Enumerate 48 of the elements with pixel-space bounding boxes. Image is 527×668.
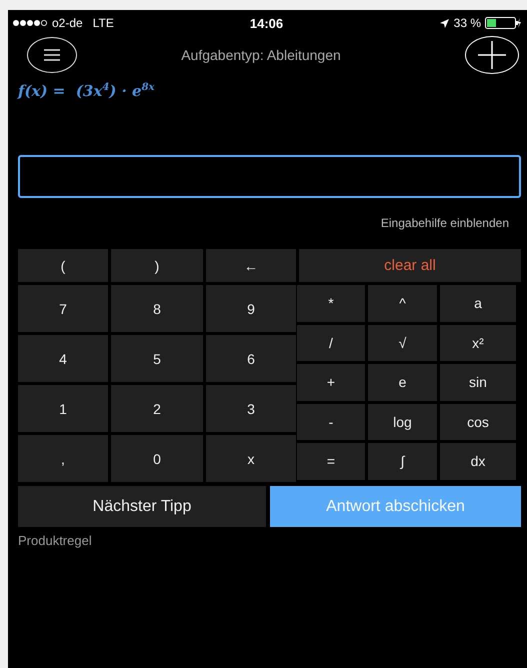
keypad-key[interactable]: / — [297, 324, 365, 361]
battery-icon — [485, 17, 521, 29]
input-help-link[interactable]: Eingabehilfe einblenden — [380, 214, 521, 232]
keypad-key[interactable]: = — [297, 443, 365, 480]
keypad-key[interactable]: ) — [111, 249, 203, 282]
battery-percent: 33 % — [454, 16, 481, 30]
keypad-key[interactable]: cos — [440, 404, 516, 440]
keypad-key[interactable]: √ — [368, 324, 437, 361]
keypad-key[interactable]: 4 — [18, 335, 108, 382]
plus-icon — [476, 40, 507, 70]
clock-time: 14:06 — [250, 16, 284, 30]
keypad-key[interactable]: e — [368, 364, 437, 400]
keypad-key[interactable]: 6 — [206, 335, 296, 382]
formula-text: f(x) = (3x$^{4}$) · e$^{8x}$ — [18, 82, 156, 102]
next-hint-button[interactable]: Nächster Tipp — [18, 486, 266, 527]
keypad-key[interactable]: 7 — [18, 285, 108, 332]
keypad-key[interactable]: ∫ — [368, 443, 437, 480]
screen-title: Aufgabentyp: Ableitungen — [181, 47, 341, 63]
keypad-key[interactable]: 0 — [111, 435, 203, 482]
keypad-key[interactable]: 5 — [111, 335, 203, 382]
keypad-key[interactable]: 8 — [111, 285, 203, 332]
keypad-key[interactable]: - — [297, 404, 365, 440]
keypad-key[interactable]: sin — [440, 364, 516, 400]
location-arrow-icon — [438, 18, 450, 28]
keypad-key[interactable]: ^ — [368, 285, 437, 322]
keypad-key[interactable]: + — [297, 364, 365, 400]
keypad-key[interactable]: , — [18, 435, 108, 482]
signal-icon — [12, 19, 48, 27]
add-button[interactable] — [464, 36, 519, 74]
keypad-key[interactable]: ← — [206, 249, 296, 282]
keypad-key[interactable]: x² — [440, 324, 516, 361]
answer-field[interactable] — [18, 155, 521, 198]
keypad-key[interactable]: * — [297, 285, 365, 322]
menu-icon — [43, 49, 61, 61]
keypad-key[interactable]: 3 — [206, 385, 296, 432]
hint-text: Produktregel — [18, 533, 93, 548]
keypad-key[interactable]: 9 — [206, 285, 296, 332]
keypad-key[interactable]: dx — [440, 443, 516, 480]
keypad-key[interactable]: x — [206, 435, 296, 482]
keypad-key[interactable]: ( — [18, 249, 108, 282]
menu-button[interactable] — [27, 37, 77, 73]
network-type: LTE — [92, 16, 114, 30]
keypad-key[interactable]: 2 — [111, 385, 203, 432]
clear-all-button[interactable]: clear all — [299, 249, 521, 282]
keypad-key[interactable]: log — [368, 404, 437, 440]
keypad-key[interactable]: 1 — [18, 385, 108, 432]
keypad-key[interactable]: a — [440, 285, 516, 322]
carrier-name: o2-de — [52, 16, 83, 30]
